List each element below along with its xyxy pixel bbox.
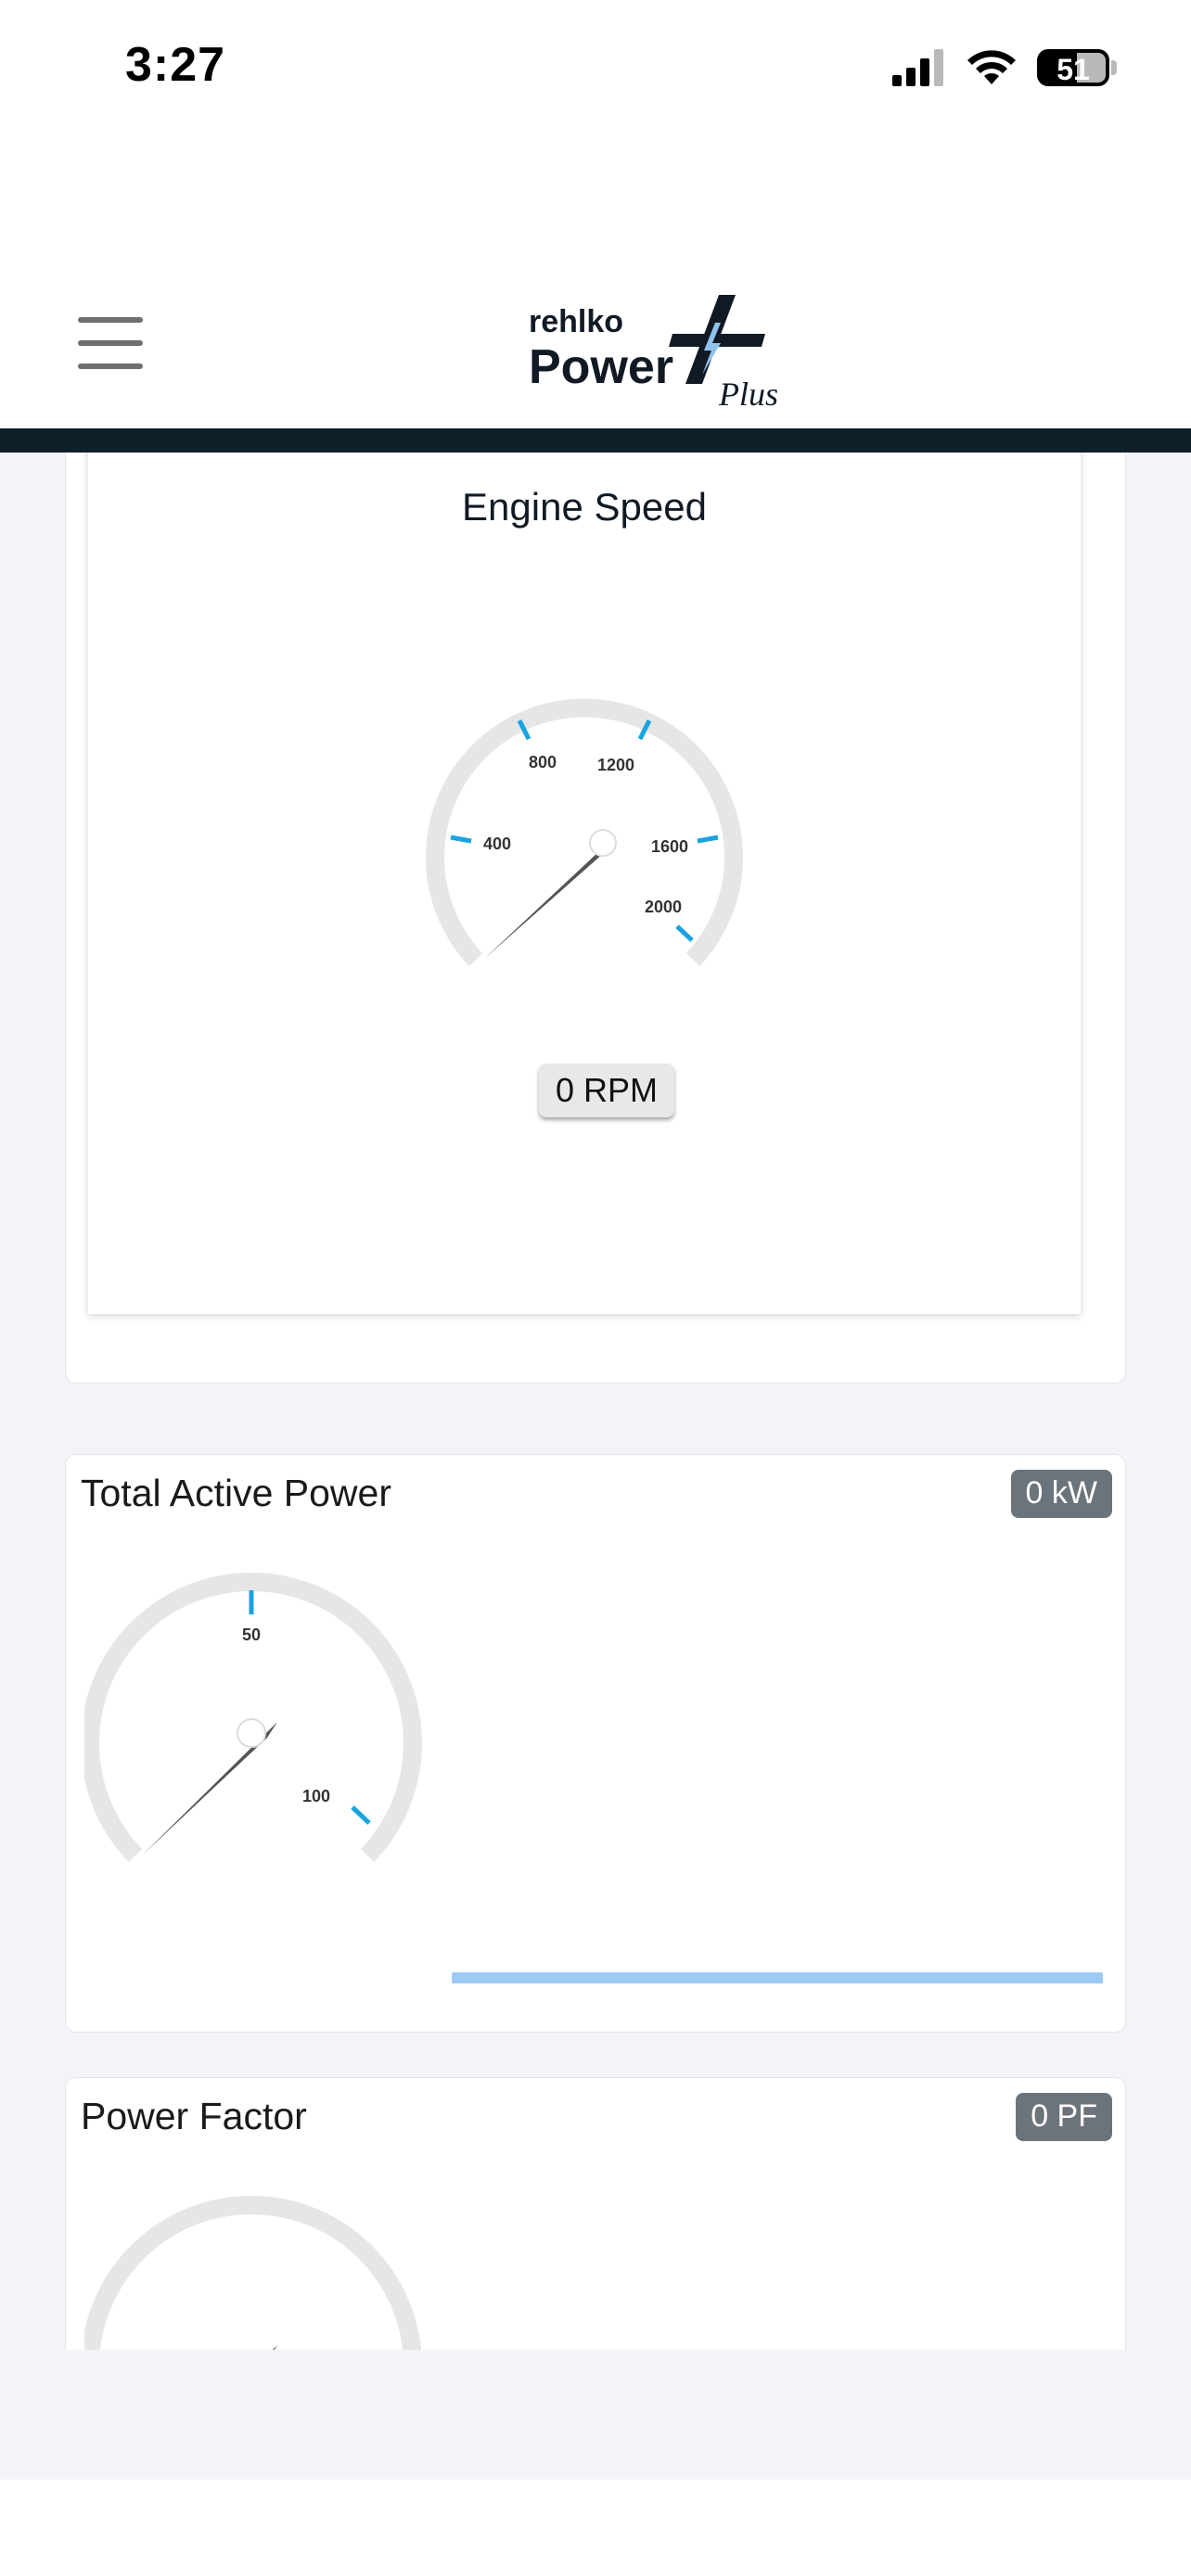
dashboard-content[interactable]: Engine Speed 400 800 1200 1600 2000 0 RP [0,453,1191,2350]
engine-speed-gauge: 400 800 1200 1600 2000 [426,698,743,966]
engine-speed-card: Engine Speed 400 800 1200 1600 2000 0 RP [65,453,1126,1384]
gauge-label-100: 100 [302,1787,330,1805]
engine-speed-title: Engine Speed [462,485,707,529]
status-time: 3:27 [125,38,226,92]
gauge-label-400: 400 [483,835,511,853]
engine-speed-panel: Engine Speed 400 800 1200 1600 2000 0 RP [88,453,1081,1314]
gauge-tick-400 [450,835,472,844]
gauge-tick-2000 [675,925,694,942]
gauge-label-1600: 1600 [651,837,688,856]
engine-gauge-arc [426,698,743,966]
gauge-tick-100 [351,1805,371,1825]
logo-brand-top: rehlko [529,304,624,339]
power-factor-card: Power Factor 0 PF [65,2077,1126,2350]
total-active-power-card: Total Active Power 0 kW 50 100 [65,1454,1126,2033]
logo-plus-icon [669,295,765,384]
total-active-power-progress-bar [452,1972,1103,1983]
status-icons: 51 [892,46,1117,89]
battery-icon: 51 [1037,49,1109,86]
battery-tip [1111,60,1117,75]
power-gauge-hub [237,1718,266,1748]
logo-brand-suffix: Plus [719,376,779,413]
engine-gauge-needle [484,837,614,959]
hamburger-menu-icon[interactable] [78,317,143,369]
power-factor-badge: 0 PF [1016,2093,1112,2141]
gauge-tick-1600 [697,835,719,844]
engine-speed-value: 0 RPM [539,1064,674,1117]
logo-brand-main: Power [529,340,674,394]
app-header: rehlko Power Plus [0,269,1191,428]
status-bar: 3:27 51 [0,0,1191,139]
gauge-label-1200: 1200 [597,756,634,774]
total-active-power-badge: 0 kW [1010,1470,1112,1518]
total-active-power-gauge: 50 100 [84,1573,422,1862]
gauge-label-2000: 2000 [645,898,682,916]
engine-gauge-hub [589,829,617,857]
wifi-icon [967,50,1016,84]
power-factor-gauge [84,2196,422,2350]
gauge-label-800: 800 [529,753,557,772]
pf-gauge-arc [84,2196,422,2350]
gauge-label-50: 50 [242,1626,261,1644]
battery-level: 51 [1057,53,1090,86]
power-factor-title: Power Factor [81,2095,307,2137]
bottom-strip [0,2350,1191,2480]
header-divider-bar [0,428,1191,453]
signal-icon [892,49,943,86]
total-active-power-title: Total Active Power [81,1472,391,1514]
rehlko-power-plus-logo: rehlko Power Plus [529,295,798,413]
